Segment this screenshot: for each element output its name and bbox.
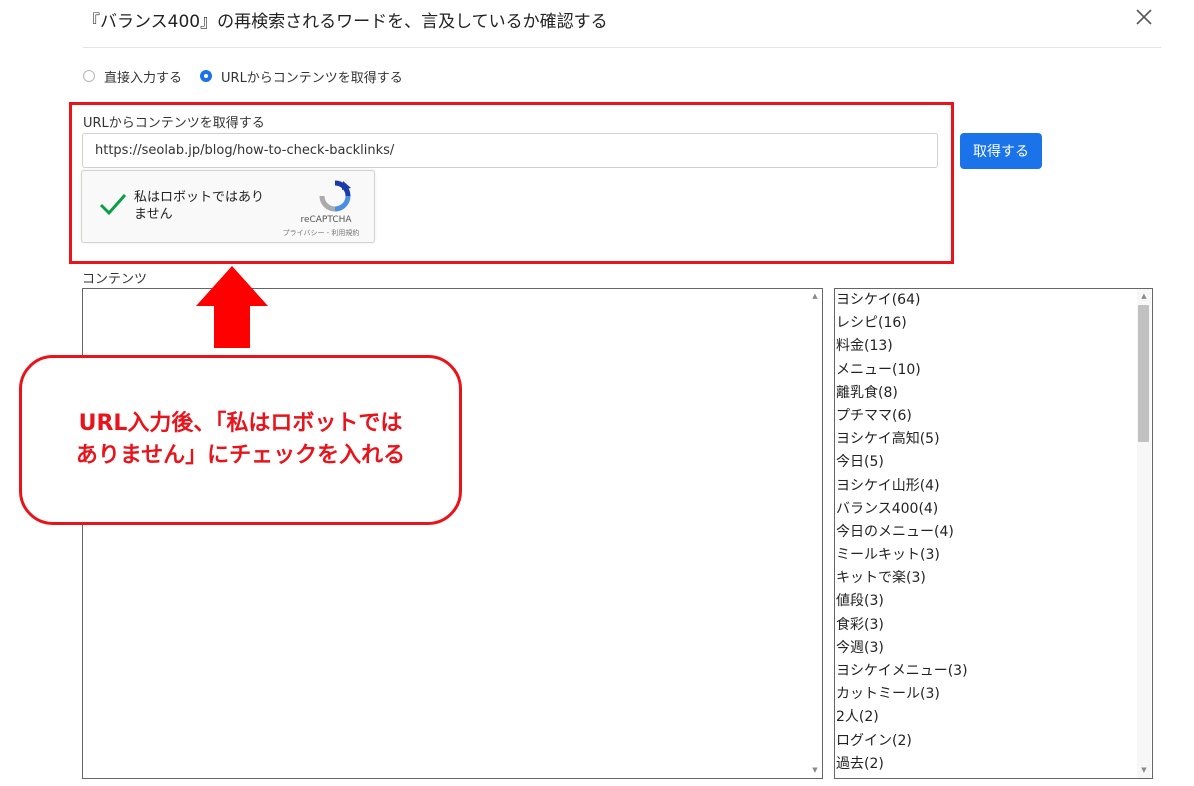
content-scroll-down-icon[interactable]: ▼ [809,764,821,776]
keyword-list-item[interactable]: ヨシケイ高知(5) [835,428,1152,451]
annotation-arrow-up-icon [196,266,268,348]
recaptcha-label: 私はロボットではあり ません [134,189,284,223]
radio-url-fetch-circle[interactable] [200,70,213,82]
keyword-list-item[interactable]: ログイン(2) [835,730,1152,753]
keyword-list-item[interactable]: プチママ(6) [835,405,1152,428]
annotation-callout-text: URL入力後、「私はロボットでは ありません」にチェックを入れる [22,408,459,472]
keyword-list-item[interactable]: 離乳食(8) [835,382,1152,405]
keyword-list-item[interactable]: 料金(13) [835,335,1152,358]
keyword-list-item[interactable]: バランス400(4) [835,498,1152,521]
recaptcha-widget: 私はロボットではあり ません reCAPTCHA プライバシー - 利用規約 [81,170,375,243]
content-scroll-up-icon[interactable]: ▲ [809,290,821,302]
recaptcha-checkmark-icon[interactable] [98,191,128,219]
keyword-list-item[interactable]: 食彩(3) [835,614,1152,637]
keyword-list-item[interactable]: カットミール(3) [835,683,1152,706]
fetch-button[interactable]: 取得する [960,133,1042,169]
keyword-list-item[interactable]: 今週(3) [835,637,1152,660]
keyword-list-item[interactable]: レシピ(16) [835,312,1152,335]
radio-url-fetch[interactable]: URLからコンテンツを取得する [200,67,403,86]
close-icon[interactable] [1133,6,1155,28]
keyword-list-item[interactable]: ヨシケイメニュー(3) [835,660,1152,683]
radio-direct-input[interactable]: 直接入力する [83,67,182,86]
keyword-list-item[interactable]: 過去(2) [835,753,1152,776]
keyword-list-item[interactable]: 今日(5) [835,451,1152,474]
keyword-list-item[interactable]: 2人(2) [835,706,1152,729]
radio-direct-input-circle[interactable] [83,70,95,82]
recaptcha-label-line2: ません [134,207,173,222]
keyword-list-scroll-thumb[interactable] [1138,305,1149,442]
recaptcha-brand: reCAPTCHA [300,215,352,225]
dialog-title: 『バランス400』の再検索されるワードを、言及しているか確認する [83,12,608,32]
input-mode-radio-group: 直接入力する URLからコンテンツを取得する [83,66,421,86]
keyword-list-scroll-down-icon[interactable]: ▼ [1138,764,1150,776]
annotation-line2: ありません」にチェックを入れる [75,443,406,468]
recaptcha-label-line1: 私はロボットではあり [134,190,265,205]
url-field-label: URLからコンテンツを取得する [83,116,265,131]
keyword-list-scroll-up-icon[interactable]: ▲ [1138,290,1150,302]
content-label: コンテンツ [82,272,148,287]
keyword-list-item[interactable]: ミールキット(3) [835,544,1152,567]
recaptcha-links[interactable]: プライバシー - 利用規約 [272,228,370,238]
keyword-list-item[interactable]: 今日のメニュー(4) [835,521,1152,544]
keyword-list-item[interactable]: ヨシケイ(64) [835,289,1152,312]
annotation-callout: URL入力後、「私はロボットでは ありません」にチェックを入れる [19,355,462,525]
url-input[interactable] [82,133,938,168]
keyword-list-item[interactable]: キットで楽(3) [835,567,1152,590]
keyword-list-item[interactable]: メニュー(10) [835,359,1152,382]
header-divider [83,47,1161,48]
keyword-list[interactable]: ヨシケイ(64) レシピ(16) 料金(13) メニュー(10) 離乳食(8) プチママ(… [834,288,1153,779]
annotation-line1: URL入力後、「私はロボットでは [78,411,403,436]
keyword-list-item[interactable]: 値段(3) [835,590,1152,613]
radio-direct-input-label: 直接入力する [104,70,183,86]
recaptcha-logo-icon [319,180,351,212]
keyword-list-item[interactable]: ヨシケイ山形(4) [835,475,1152,498]
radio-url-fetch-label: URLからコンテンツを取得する [221,70,403,86]
